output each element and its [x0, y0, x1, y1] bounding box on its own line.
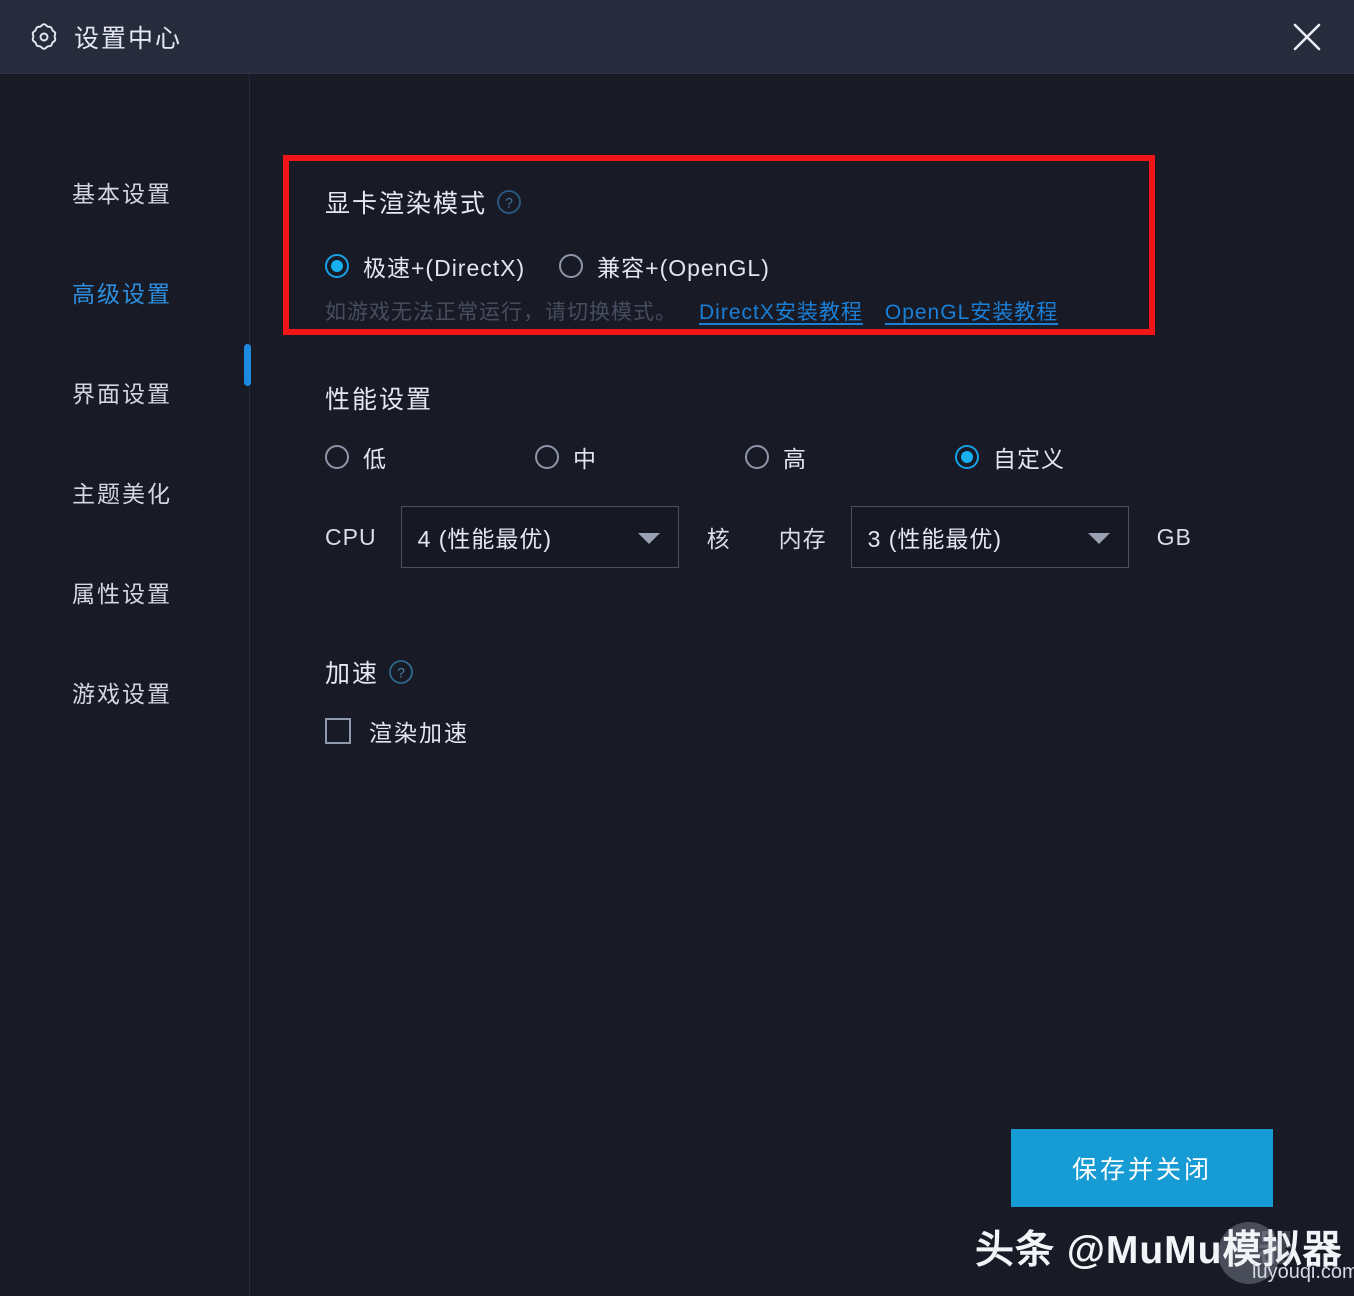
radio-high[interactable]: 高 [745, 440, 807, 474]
cpu-core-value: 4 (性能最优) [417, 526, 553, 552]
cpu-core-select[interactable]: 4 (性能最优) [400, 506, 679, 568]
sidebar-item-label: 基本设置 [72, 181, 172, 207]
sidebar: 基本设置 高级设置 界面设置 主题美化 属性设置 游戏设置 [0, 74, 250, 1296]
window-body: 基本设置 高级设置 界面设置 主题美化 属性设置 游戏设置 显卡渲染模式 ? 极… [0, 74, 1354, 1296]
help-icon[interactable]: ? [379, 659, 414, 686]
render-mode-title: 显卡渲染模式 [325, 190, 488, 218]
sidebar-item-basic[interactable]: 基本设置 [0, 166, 250, 218]
cpu-label: CPU [325, 523, 377, 550]
svg-text:?: ? [397, 664, 405, 680]
title-bar-left: 设置中心 [28, 0, 182, 74]
cpu-unit-label: 核 [706, 526, 731, 552]
radio-dot [325, 445, 349, 469]
gear-icon [28, 21, 60, 53]
sidebar-item-theme[interactable]: 主题美化 [0, 466, 250, 518]
render-accel-checkbox[interactable] [325, 718, 351, 744]
radio-label: 中 [573, 446, 597, 472]
render-accel-checkbox-row[interactable]: 渲染加速 [325, 714, 469, 748]
radio-label: 极速+(DirectX) [363, 255, 526, 281]
content-panel: 显卡渲染模式 ? 极速+(DirectX) 兼容+(OpenGL) 如游戏无法正… [250, 74, 1354, 1296]
sidebar-item-properties[interactable]: 属性设置 [0, 566, 250, 618]
chevron-down-icon [637, 533, 660, 544]
memory-label: 内存 [778, 526, 827, 552]
render-mode-hint-row: 如游戏无法正常运行，请切换模式。 DirectX安装教程 OpenGL安装教程 [325, 296, 1058, 326]
close-icon [1293, 23, 1321, 51]
memory-size-select[interactable]: 3 (性能最优) [850, 506, 1129, 568]
radio-opengl[interactable]: 兼容+(OpenGL) [559, 249, 770, 283]
render-accel-label: 渲染加速 [369, 720, 469, 746]
render-mode-radio-group: 极速+(DirectX) 兼容+(OpenGL) [325, 249, 804, 283]
radio-dot [559, 254, 584, 278]
render-mode-hint: 如游戏无法正常运行，请切换模式。 [325, 301, 677, 324]
sidebar-item-label: 属性设置 [72, 581, 172, 607]
radio-label: 低 [363, 446, 387, 472]
memory-size-value: 3 (性能最优) [867, 526, 1003, 552]
radio-dot [955, 445, 979, 469]
sidebar-item-label: 主题美化 [72, 481, 172, 507]
sidebar-item-interface[interactable]: 界面设置 [0, 366, 250, 418]
sidebar-item-advanced[interactable]: 高级设置 [0, 266, 250, 318]
radio-label: 自定义 [993, 446, 1065, 472]
watermark-site-text: luyouqi.com [1252, 1261, 1354, 1283]
radio-directx[interactable]: 极速+(DirectX) [325, 249, 525, 283]
link-directx-tutorial[interactable]: DirectX安装教程 [699, 296, 863, 326]
chevron-down-icon [1087, 533, 1110, 544]
acceleration-title: 加速 [325, 660, 380, 688]
link-opengl-tutorial[interactable]: OpenGL安装教程 [885, 296, 1058, 326]
help-icon[interactable]: ? [487, 189, 522, 216]
window-title: 设置中心 [74, 25, 183, 53]
performance-spec-row: CPU 4 (性能最优) 核 内存 3 (性能最优) GB [325, 506, 1192, 568]
radio-label: 兼容+(OpenGL) [597, 255, 770, 281]
radio-dot [745, 445, 769, 469]
radio-custom[interactable]: 自定义 [955, 440, 1065, 474]
render-mode-title-row: 显卡渲染模式 ? [325, 184, 522, 220]
sidebar-item-label: 游戏设置 [72, 681, 172, 707]
svg-text:?: ? [505, 194, 513, 210]
radio-dot [325, 254, 349, 278]
sidebar-item-label: 高级设置 [72, 281, 172, 307]
acceleration-section-title-row: 加速 ? [325, 654, 414, 690]
performance-title: 性能设置 [325, 386, 434, 414]
radio-medium[interactable]: 中 [535, 440, 597, 474]
memory-unit-label: GB [1156, 523, 1192, 550]
settings-window: 设置中心 基本设置 高级设置 界面设置 主题美化 属性设置 游戏设置 显卡渲染模… [0, 0, 1354, 1296]
performance-radio-group: 低 中 高 自定义 [325, 442, 1125, 472]
title-bar: 设置中心 [0, 0, 1354, 74]
close-button[interactable] [1282, 12, 1332, 62]
radio-label: 高 [783, 446, 807, 472]
radio-low[interactable]: 低 [325, 440, 387, 474]
sidebar-item-label: 界面设置 [72, 381, 172, 407]
render-mode-section: 显卡渲染模式 ? [325, 184, 522, 220]
sidebar-item-game[interactable]: 游戏设置 [0, 666, 250, 718]
radio-dot [535, 445, 559, 469]
performance-section-title-row: 性能设置 [325, 380, 433, 416]
save-and-close-button[interactable]: 保存并关闭 [1011, 1129, 1273, 1207]
